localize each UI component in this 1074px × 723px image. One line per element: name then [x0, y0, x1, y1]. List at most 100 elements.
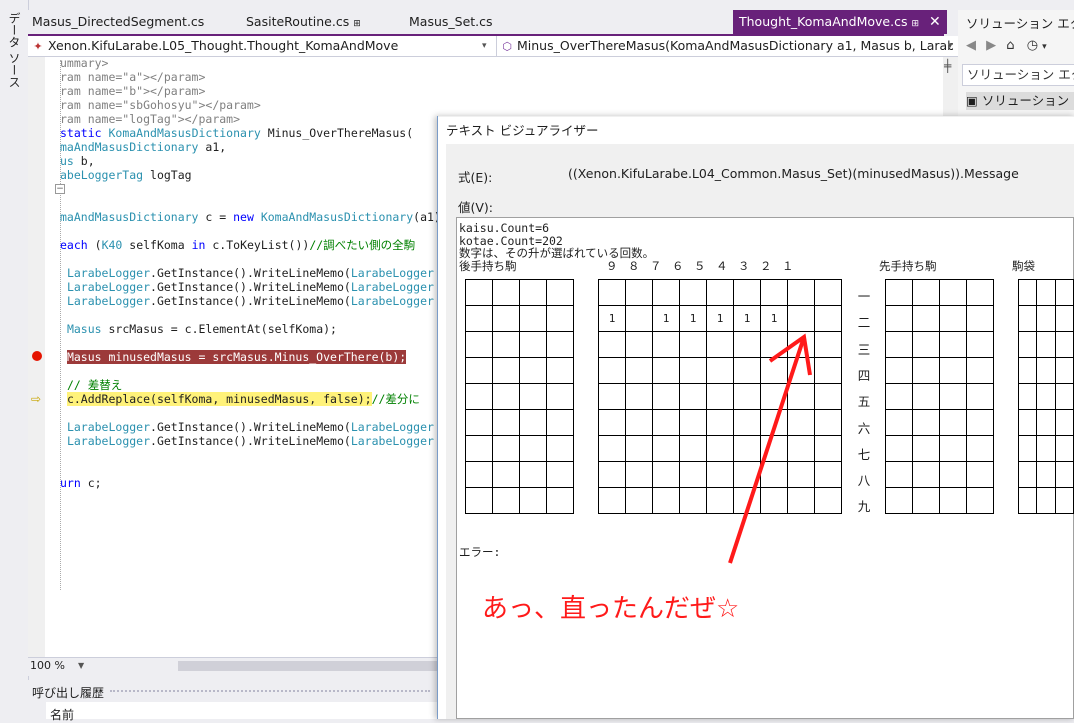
board-cell	[652, 357, 680, 384]
panel-grip[interactable]	[110, 690, 430, 695]
board-cell	[598, 435, 626, 462]
chevron-down-icon[interactable]: ▾	[948, 36, 953, 56]
rank-label: 五	[857, 394, 871, 410]
code-line[interactable]: us b,	[60, 154, 95, 168]
rank-label: 二	[857, 315, 871, 331]
arrow-shaft	[728, 336, 806, 564]
code-line[interactable]: ummary>	[60, 56, 108, 70]
expression-label: 式(E):	[458, 170, 493, 185]
annotation-text: あっ、直ったんだぜ☆	[482, 594, 740, 624]
rank-label: 一	[857, 289, 871, 304]
board-cell	[492, 305, 520, 332]
board-cell	[625, 383, 653, 410]
code-line[interactable]: LarabeLogger.GetInstance().WriteLineMemo…	[60, 266, 434, 280]
board-cell	[519, 435, 547, 462]
back-icon[interactable]: ◀	[966, 38, 976, 53]
board-cell	[679, 435, 707, 462]
code-line[interactable]: LarabeLogger.GetInstance().WriteLineMemo…	[60, 420, 434, 434]
tab-sasiteroutine[interactable]: SasiteRoutine.cs ⊞	[246, 10, 361, 34]
window-title[interactable]: テキスト ビジュアライザー	[438, 117, 1074, 144]
board-cell	[679, 461, 707, 488]
board-cell	[546, 279, 574, 306]
board-cell	[598, 357, 626, 384]
code-line[interactable]: ram name="logTag"></param>	[60, 112, 240, 126]
board-cell	[546, 331, 574, 358]
chevron-down-icon[interactable]: ▾	[482, 36, 487, 56]
rank-label: 四	[857, 367, 871, 383]
collapse-toggle[interactable]: −	[55, 184, 65, 194]
home-icon[interactable]: ⌂	[1006, 38, 1014, 53]
code-line[interactable]: maAndMasusDictionary a1,	[60, 140, 226, 154]
arrow-head	[768, 333, 812, 376]
board-cell	[885, 279, 913, 306]
error-label: エラー:	[459, 545, 501, 559]
board-cell	[679, 279, 707, 306]
code-line[interactable]: ram name="sbGohosyu"></param>	[60, 98, 261, 112]
board-cell	[939, 435, 967, 462]
code-line[interactable]: ram name="a"></param>	[60, 70, 205, 84]
split-window-icon[interactable]: ╪	[944, 59, 951, 73]
call-stack-title[interactable]: 呼び出し履歴	[32, 684, 104, 701]
tab-masus-set[interactable]: Masus_Set.cs	[409, 10, 493, 34]
code-line[interactable]: LarabeLogger.GetInstance().WriteLineMemo…	[60, 294, 434, 308]
code-line[interactable]: ram name="b"></param>	[60, 84, 205, 98]
column-header-name[interactable]: 名前	[50, 706, 74, 723]
history-icon[interactable]: ◷	[1027, 38, 1038, 53]
solution-explorer-search[interactable]: ソリューション エク	[962, 64, 1074, 86]
sente-hand-grid	[885, 279, 994, 514]
board-cell	[625, 331, 653, 358]
board-cell	[625, 357, 653, 384]
code-line[interactable]: static KomaAndMasusDictionary Minus_Over…	[60, 126, 413, 140]
board-cell	[1054, 487, 1074, 514]
close-icon[interactable]: ✕	[929, 14, 941, 30]
breakpoint-icon[interactable]	[32, 351, 42, 361]
tab-thought-komaandmove[interactable]: Thought_KomaAndMove.cs ⊞ ✕	[733, 10, 947, 34]
board-cell	[492, 383, 520, 410]
board-cell	[912, 383, 940, 410]
board-cell	[760, 279, 788, 306]
code-line[interactable]: maAndMasusDictionary c = new KomaAndMasu…	[60, 210, 448, 224]
solution-node[interactable]: ▣ ソリューション	[966, 92, 1074, 110]
board-cell	[733, 279, 761, 306]
horizontal-scrollbar[interactable]	[178, 661, 438, 671]
code-line[interactable]: abeLoggerTag logTag	[60, 168, 192, 182]
code-line[interactable]: // 差替え	[60, 378, 122, 392]
solution-explorer-title[interactable]: ソリューション エク	[966, 13, 1074, 32]
board-cell	[679, 487, 707, 514]
board-cell	[679, 409, 707, 436]
board-cell	[1017, 461, 1038, 488]
code-line[interactable]: each (K40 selfKoma in c.ToKeyList())//調べ…	[60, 238, 415, 252]
board-cell	[546, 383, 574, 410]
code-line[interactable]: urn c;	[60, 476, 102, 490]
annotation-arrow	[728, 333, 812, 564]
board-cell	[1054, 357, 1074, 384]
board-cell	[519, 331, 547, 358]
data-sources-label[interactable]: データ ソース	[6, 12, 23, 88]
board-cell	[679, 383, 707, 410]
tab-label: Masus_Set.cs	[409, 14, 493, 29]
class-dropdown[interactable]: ✦ Xenon.KifuLarabe.L05_Thought.Thought_Ko…	[32, 36, 488, 56]
code-line[interactable]: LarabeLogger.GetInstance().WriteLineMemo…	[60, 434, 434, 448]
class-icon: ✦	[33, 40, 43, 53]
board-cell	[1054, 279, 1074, 306]
code-line[interactable]: LarabeLogger.GetInstance().WriteLineMemo…	[60, 280, 434, 294]
board-cell	[546, 409, 574, 436]
member-dropdown[interactable]: ⬡ Minus_OverThereMasus(KomaAndMasusDictio…	[496, 36, 953, 56]
code-line[interactable]: Masus minusedMasus = srcMasus.Minus_Over…	[60, 350, 407, 364]
pin-icon[interactable]: ⊞	[911, 19, 919, 29]
data-sources-rail[interactable]: データ ソース	[0, 0, 29, 719]
board-cell	[885, 357, 913, 384]
expression-field[interactable]: ((Xenon.KifuLarabe.L04_Common.Masus_Set)…	[566, 163, 1074, 185]
board-cell	[966, 383, 994, 410]
board-cell	[912, 331, 940, 358]
chevron-down-icon[interactable]: ▾	[1042, 42, 1047, 52]
board-cell	[912, 305, 940, 332]
tab-masus-directedsegment[interactable]: Masus_DirectedSegment.cs	[32, 10, 204, 34]
board-cell	[625, 487, 653, 514]
chevron-down-icon[interactable]: ▼	[78, 659, 84, 673]
code-line[interactable]: Masus srcMasus = c.ElementAt(selfKoma);	[60, 322, 337, 336]
code-line[interactable]: c.AddReplace(selfKoma, minusedMasus, fal…	[60, 392, 420, 406]
board-cell	[885, 409, 913, 436]
forward-icon[interactable]: ▶	[986, 38, 996, 53]
pin-icon[interactable]: ⊞	[353, 19, 361, 29]
